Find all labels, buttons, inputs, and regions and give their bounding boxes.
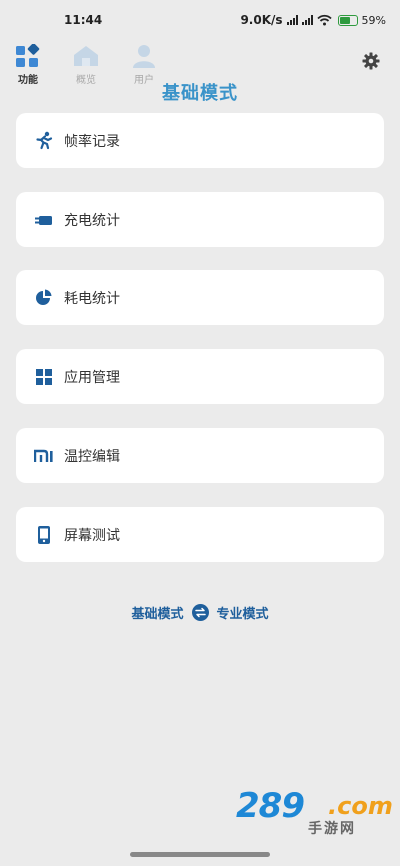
wifi-icon — [316, 14, 332, 26]
watermark-suffix: .com — [328, 792, 393, 820]
charging-plug-icon — [34, 210, 54, 230]
status-right: 9.0K/s 59% — [240, 13, 386, 27]
watermark-logo: 289 .com 手游网 — [236, 786, 393, 837]
overview-home-icon — [74, 46, 98, 66]
function-grid-icon — [16, 44, 40, 67]
menu-item-power-stats[interactable]: 耗电统计 — [16, 270, 384, 325]
battery-percent: 59% — [361, 13, 386, 27]
menu-item-frame-rate[interactable]: 帧率记录 — [16, 113, 384, 168]
menu-item-label: 充电统计 — [64, 212, 120, 229]
signal-icon-2 — [301, 15, 313, 25]
menu-item-charging-stats[interactable]: 充电统计 — [16, 192, 384, 247]
menu-item-thermal-edit[interactable]: 温控编辑 — [16, 428, 384, 483]
user-icon — [133, 45, 155, 68]
status-bar: 11:44 9.0K/s 59% — [0, 0, 400, 40]
watermark-number: 289 — [236, 786, 305, 826]
menu-item-label: 应用管理 — [64, 369, 120, 386]
swap-icon[interactable] — [191, 604, 209, 621]
menu-item-label: 帧率记录 — [64, 133, 120, 150]
status-time: 11:44 — [64, 13, 103, 27]
menu-item-label: 屏幕测试 — [64, 527, 120, 544]
settings-button[interactable] — [362, 52, 380, 74]
menu-item-label: 温控编辑 — [64, 448, 120, 465]
menu-item-app-management[interactable]: 应用管理 — [16, 349, 384, 404]
battery-icon — [337, 14, 358, 26]
home-indicator[interactable] — [130, 852, 270, 857]
basic-mode-link[interactable]: 基础模式 — [131, 603, 183, 622]
watermark-text: 手游网 — [308, 821, 356, 837]
menu-item-label: 耗电统计 — [64, 290, 120, 307]
mode-switch: 基础模式 专业模式 — [0, 603, 400, 622]
app-grid-icon — [34, 367, 54, 387]
gear-icon — [362, 52, 380, 70]
page-title: 基础模式 — [162, 83, 238, 104]
signal-icon — [286, 15, 298, 25]
pro-mode-link[interactable]: 专业模式 — [217, 603, 269, 622]
pie-chart-icon — [34, 288, 54, 308]
running-person-icon — [34, 131, 54, 151]
menu-item-screen-test[interactable]: 屏幕测试 — [16, 507, 384, 562]
mi-logo-icon — [34, 446, 54, 466]
network-speed: 9.0K/s — [240, 13, 283, 27]
phone-screen-icon — [34, 525, 54, 545]
